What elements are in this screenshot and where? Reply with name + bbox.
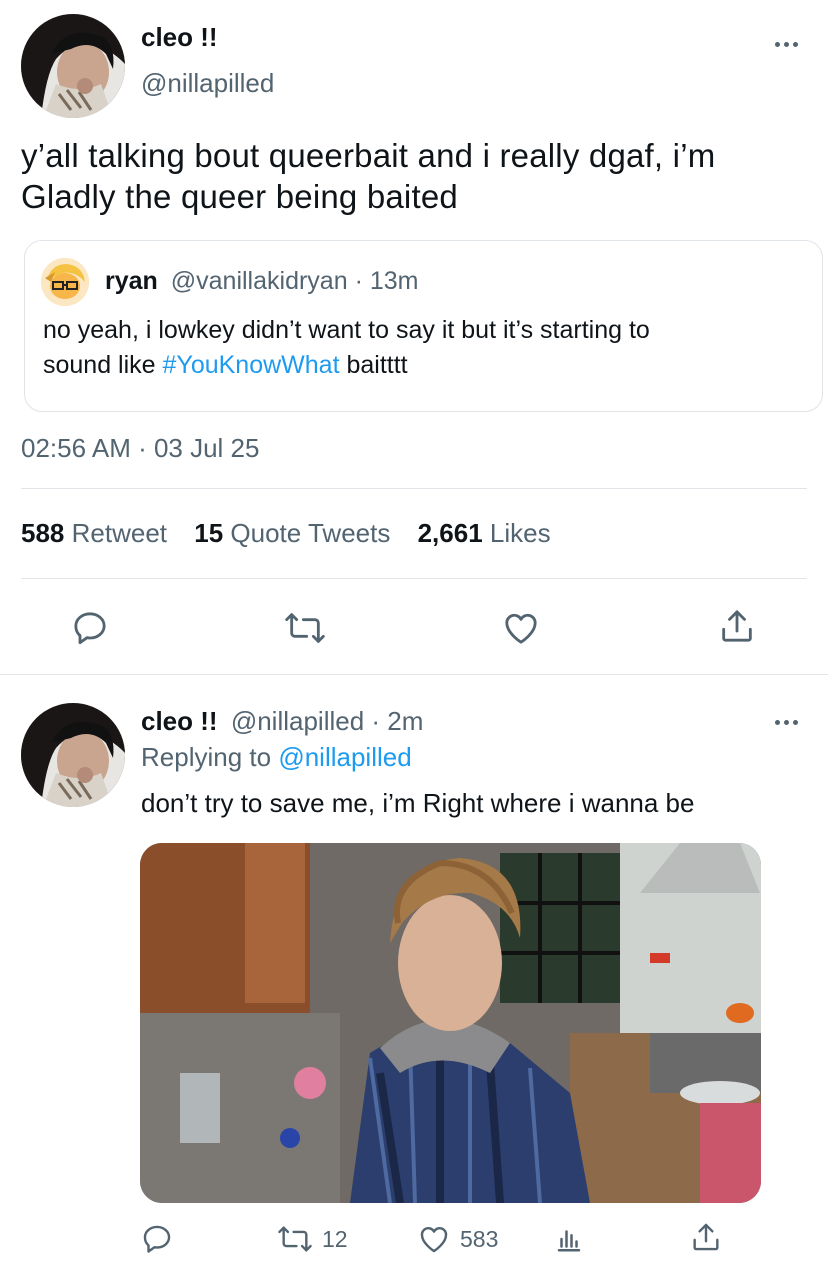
tweet-timestamp[interactable]: 02:56 AM · 03 Jul 25 [21, 433, 259, 464]
quotes-label: Quote Tweets [230, 518, 391, 548]
reply-author-name[interactable]: cleo !! [141, 706, 218, 736]
reply-tweet-analytics-button[interactable] [554, 1222, 584, 1256]
tweet-text-line-2: Gladly the queer being baited [21, 178, 458, 215]
reply-time[interactable]: · 2m [371, 706, 423, 736]
avatar-image [21, 14, 125, 118]
quoted-author-avatar [41, 258, 89, 306]
retweets-stat[interactable]: 588 Retweet [21, 518, 174, 548]
tweet-stats: 588 Retweet 15 Quote Tweets 2,661 Likes [21, 518, 551, 549]
likes-label: Likes [489, 518, 551, 548]
replying-to-label: Replying to [141, 742, 272, 772]
more-options-icon[interactable] [768, 38, 804, 50]
quoted-author-handle: @vanillakidryan [170, 267, 348, 295]
quoted-tweet-card[interactable]: ryan @vanillakidryan · 13m no yeah, i lo… [24, 240, 823, 412]
hashtag-link[interactable]: #YouKnowWhat [163, 351, 340, 379]
retweets-count: 588 [21, 518, 65, 548]
author-name[interactable]: cleo !! [141, 22, 218, 53]
reply-button[interactable] [70, 608, 110, 648]
like-button[interactable] [500, 608, 542, 648]
quotes-count: 15 [194, 518, 224, 548]
replying-to-handle[interactable]: @nillapilled [278, 742, 411, 772]
reply-media-image[interactable] [140, 843, 761, 1203]
reply-tweet-retweet-button[interactable]: 12 [276, 1222, 348, 1256]
reply-author-avatar[interactable] [21, 703, 125, 807]
author-avatar[interactable] [21, 14, 125, 118]
retweet-icon [278, 1226, 312, 1252]
share-button[interactable] [717, 606, 757, 646]
like-icon [505, 613, 537, 644]
retweet-button[interactable] [283, 608, 327, 648]
author-handle[interactable]: @nillapilled [141, 68, 274, 99]
share-icon [722, 610, 752, 642]
quoted-text: no yeah, i lowkey didn’t want to say it … [43, 313, 650, 383]
reply-tweet-like-button[interactable]: 583 [416, 1222, 498, 1256]
reply-author-handle[interactable]: @nillapilled [231, 706, 364, 736]
likes-stat[interactable]: 2,661 Likes [418, 518, 551, 548]
like-icon [420, 1227, 448, 1253]
retweet-icon [285, 613, 325, 643]
reply-like-count: 583 [460, 1225, 499, 1252]
divider [21, 578, 807, 579]
tweet-text: y’all talking bout queerbait and i reall… [21, 135, 715, 217]
quoted-text-line-2-end: baitttt [346, 351, 408, 379]
reply-icon [74, 612, 106, 645]
quoted-author-name: ryan [105, 267, 158, 295]
quotes-stat[interactable]: 15 Quote Tweets [194, 518, 397, 548]
reply-icon [143, 1225, 171, 1253]
reply-retweet-count: 12 [322, 1225, 348, 1252]
avatar-image [21, 703, 125, 807]
media-scene [140, 843, 761, 1203]
reply-more-options-icon[interactable] [768, 716, 804, 728]
likes-count: 2,661 [417, 518, 483, 548]
reply-text: don’t try to save me, i’m Right where i … [141, 788, 695, 818]
quoted-time: · 13m [354, 267, 419, 295]
quoted-text-line-1: no yeah, i lowkey didn’t want to say it … [43, 316, 650, 344]
tweet-text-line-1: y’all talking bout queerbait and i reall… [21, 137, 716, 174]
section-divider [0, 674, 828, 675]
analytics-icon [557, 1230, 581, 1252]
quoted-text-line-2-start: sound like [43, 351, 156, 379]
retweets-label: Retweet [71, 518, 168, 548]
reply-tweet-reply-button[interactable] [140, 1222, 174, 1256]
share-icon [693, 1223, 719, 1251]
divider [21, 488, 807, 489]
reply-tweet-share-button[interactable] [689, 1220, 723, 1254]
